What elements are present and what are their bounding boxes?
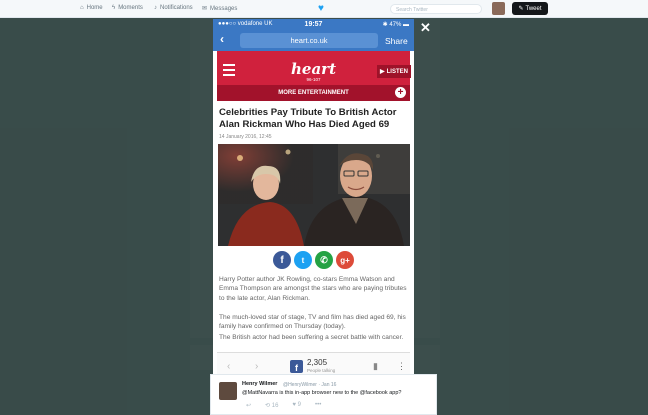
tweet-text: @MattNavarra is this in-app browser new … xyxy=(242,390,402,396)
search-input[interactable]: Search Twitter xyxy=(390,4,482,14)
like-action[interactable]: ♥ 9 xyxy=(292,402,301,409)
whatsapp-icon[interactable]: ✆ xyxy=(315,251,333,269)
home-icon: ⌂ xyxy=(80,5,84,11)
avatar[interactable] xyxy=(492,2,505,15)
twitter-top-nav: ⌂ Home ϟ Moments ♪ Notifications ✉ Messages … xyxy=(0,0,648,18)
google-plus-icon[interactable]: g+ xyxy=(336,251,354,269)
share-button[interactable]: Share xyxy=(385,36,408,46)
nav-home[interactable]: ⌂ Home xyxy=(80,5,103,11)
lightning-icon: ϟ xyxy=(112,5,116,11)
article-paragraph: Harry Potter author JK Rowling, co-stars… xyxy=(219,276,407,302)
article-date: 14 January 2016, 12:45 xyxy=(219,134,272,140)
retweet-action[interactable]: ⟲ 16 xyxy=(265,402,278,409)
play-icon: ▶ xyxy=(380,69,385,75)
twitter-icon[interactable]: t xyxy=(294,251,312,269)
back-arrow-icon[interactable]: ‹ xyxy=(227,361,230,372)
article-headline: Celebrities Pay Tribute To British Actor… xyxy=(219,107,397,130)
article-paragraph: The much-loved star of stage, TV and fil… xyxy=(219,314,406,331)
nav-moments[interactable]: ϟ Moments xyxy=(112,5,143,11)
tweet-author-name[interactable]: Henry Wilmer xyxy=(242,381,277,387)
facebook-logo-icon: f xyxy=(290,360,303,373)
nav-messages[interactable]: ✉ Messages xyxy=(202,5,237,13)
bluetooth-icon: ✱ xyxy=(382,22,388,28)
avatar[interactable] xyxy=(219,382,237,400)
back-icon[interactable]: ‹ xyxy=(220,32,224,46)
article-paragraph: The British actor had been suffering a s… xyxy=(219,334,404,341)
phone-screenshot: ●●●○○ vodafone UK 19:57 ✱ 47% ▬ ‹ heart.… xyxy=(213,19,414,415)
nav-notifications[interactable]: ♪ Notifications xyxy=(154,5,193,11)
talking-label: People talking xyxy=(307,368,336,373)
tweet-actions: ↩ ⟲ 16 ♥ 9 ••• xyxy=(246,402,321,409)
talking-count: 2,305 xyxy=(307,358,328,367)
bookmark-icon[interactable]: ▮ xyxy=(373,361,378,372)
battery-icon: ▬ xyxy=(403,22,409,28)
tweet-author-handle[interactable]: @HenryWilmer · Jan 16 xyxy=(283,382,336,388)
url-field[interactable]: heart.co.uk xyxy=(240,33,378,48)
more-options-icon[interactable]: ⋮ xyxy=(397,361,406,372)
close-icon[interactable]: ✕ xyxy=(420,20,431,36)
plus-icon[interactable]: + xyxy=(395,87,406,98)
forward-arrow-icon[interactable]: › xyxy=(255,361,258,372)
retweet-icon: ⟲ xyxy=(265,403,271,409)
listen-button[interactable]: ▶ LISTEN xyxy=(377,65,411,78)
article-photo-illustration xyxy=(218,144,410,246)
twitter-bird-icon[interactable]: ♥ xyxy=(318,3,324,14)
envelope-icon: ✉ xyxy=(202,6,208,12)
heart-icon: ♥ xyxy=(292,402,296,408)
article-photo xyxy=(218,144,410,246)
phone-status-bar: ●●●○○ vodafone UK 19:57 ✱ 47% ▬ xyxy=(213,19,414,30)
quill-icon: ✎ xyxy=(518,6,524,12)
bell-icon: ♪ xyxy=(154,5,157,11)
more-icon[interactable]: ••• xyxy=(315,402,321,409)
social-share-buttons: f t ✆ g+ xyxy=(273,251,354,269)
tweet-button[interactable]: ✎ Tweet xyxy=(512,2,548,15)
facebook-icon[interactable]: f xyxy=(273,251,291,269)
tweet-card: Henry Wilmer @HenryWilmer · Jan 16 @Matt… xyxy=(210,374,437,415)
browser-url-bar: ‹ heart.co.uk Share xyxy=(213,30,414,51)
more-entertainment-bar[interactable]: MORE ENTERTAINMENT + xyxy=(217,85,410,101)
article: Celebrities Pay Tribute To British Actor… xyxy=(217,101,410,366)
reply-icon[interactable]: ↩ xyxy=(246,402,251,409)
